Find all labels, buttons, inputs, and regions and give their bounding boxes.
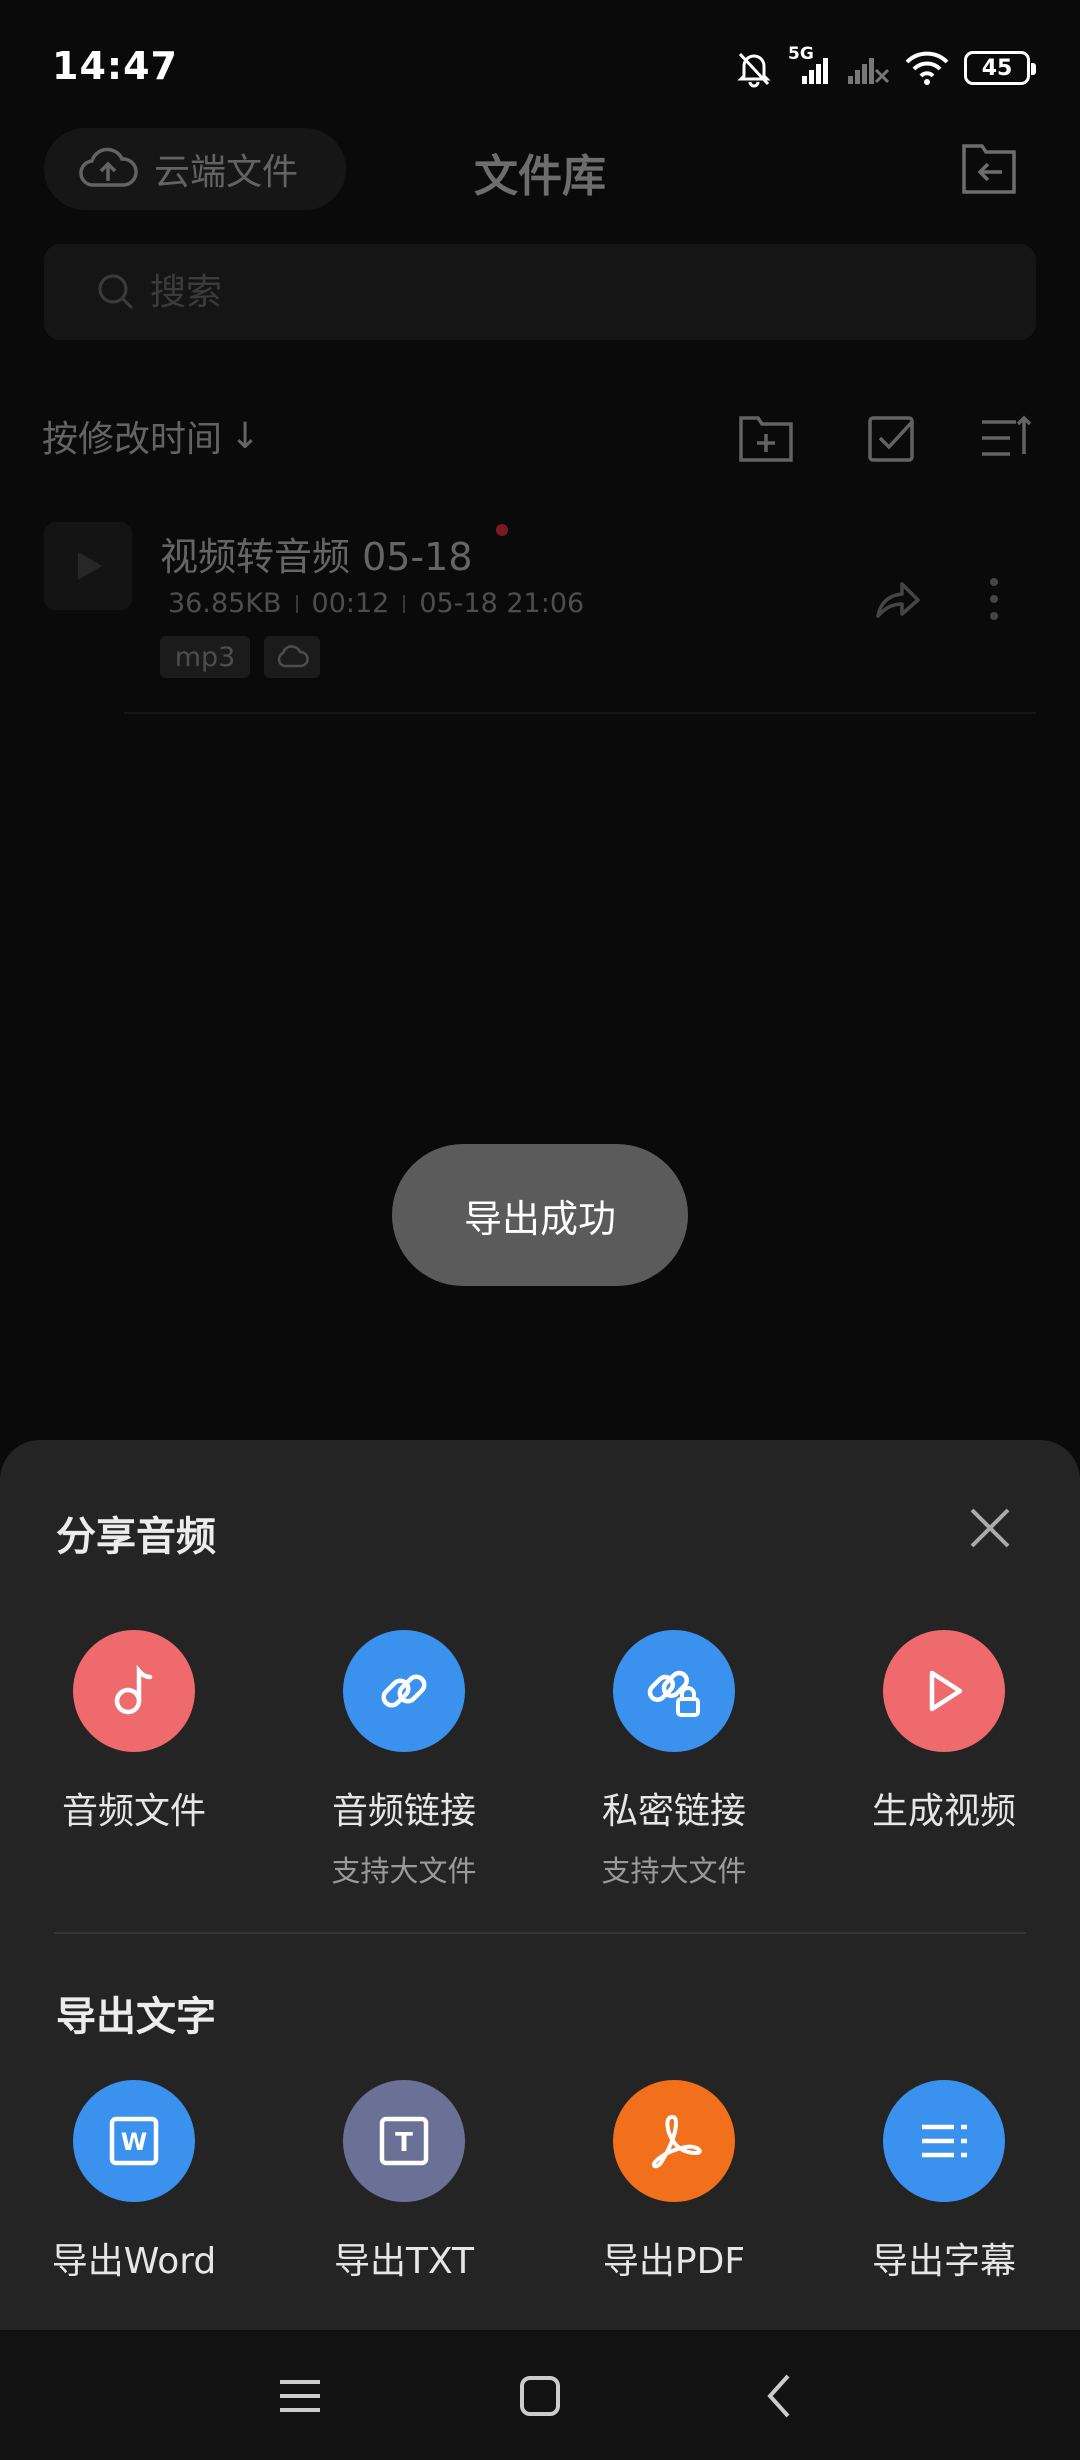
search-bar[interactable] [44, 244, 1036, 340]
option-label: 导出Word [51, 2241, 217, 2282]
pdf-icon [613, 2080, 735, 2202]
option-label: 导出PDF [602, 2241, 746, 2282]
page-title: 文件库 [474, 151, 606, 202]
file-modified: 05-18 21:06 [419, 588, 585, 619]
new-folder-icon[interactable] [736, 408, 796, 468]
format-tag: mp3 [160, 636, 250, 678]
sort-label: 按修改时间 [42, 419, 223, 460]
back-icon[interactable] [750, 2366, 810, 2426]
menu-icon[interactable] [270, 2366, 330, 2426]
lock-link-icon [613, 1630, 735, 1752]
subtitle-icon [883, 2080, 1005, 2202]
file-size: 36.85KB [168, 588, 282, 619]
link-icon [343, 1630, 465, 1752]
file-thumbnail[interactable] [44, 522, 132, 610]
row-divider [124, 712, 1036, 714]
share-private-link-option[interactable]: 私密链接 支持大文件 [554, 1630, 794, 1890]
unread-dot [496, 524, 508, 536]
meta-separator [403, 594, 406, 613]
export-subtitle-option[interactable]: 导出字幕 [824, 2080, 1064, 2284]
cloud-icon [277, 645, 309, 668]
word-icon: W [73, 2080, 195, 2202]
search-icon [98, 274, 134, 310]
export-text-title: 导出文字 [56, 1994, 216, 2040]
share-audio-link-option[interactable]: 音频链接 支持大文件 [284, 1630, 524, 1890]
svg-text:W: W [121, 2128, 147, 2156]
option-label: 生成视频 [871, 1791, 1016, 1832]
option-label: 音频链接 [331, 1791, 476, 1832]
file-name[interactable]: 视频转音频 05-18 [160, 526, 473, 581]
play-icon [883, 1630, 1005, 1752]
close-icon[interactable] [964, 1502, 1016, 1554]
export-pdf-option[interactable]: 导出PDF [554, 2080, 794, 2284]
file-duration: 00:12 [311, 588, 390, 619]
share-icon[interactable] [872, 574, 922, 624]
option-label: 私密链接 [601, 1791, 746, 1832]
multi-select-icon[interactable] [862, 408, 922, 468]
sort-arrow-icon: ↓ [230, 415, 261, 457]
option-label: 导出字幕 [871, 2241, 1016, 2282]
option-sublabel: 支持大文件 [331, 1854, 477, 1888]
option-label: 导出TXT [333, 2241, 474, 2282]
share-sheet-title: 分享音频 [56, 1514, 216, 1560]
home-icon[interactable] [510, 2366, 570, 2426]
cloud-tag [264, 636, 320, 678]
share-audio-file-option[interactable]: 音频文件 [14, 1630, 254, 1834]
svg-text:T: T [395, 2128, 413, 2158]
search-input[interactable] [150, 271, 850, 313]
music-note-icon [73, 1630, 195, 1752]
sort-selector[interactable]: 按修改时间 ↓ [42, 410, 260, 462]
section-divider [54, 1932, 1026, 1934]
meta-separator [295, 594, 298, 613]
sort-list-icon[interactable] [976, 408, 1036, 468]
file-meta: 36.85KB 00:12 05-18 21:06 [168, 588, 584, 619]
folder-import-icon[interactable] [960, 140, 1018, 198]
export-word-option[interactable]: W 导出Word [14, 2080, 254, 2284]
export-txt-option[interactable]: T 导出TXT [284, 2080, 524, 2284]
generate-video-option[interactable]: 生成视频 [824, 1630, 1064, 1834]
toast-message: 导出成功 [392, 1144, 688, 1286]
txt-icon: T [343, 2080, 465, 2202]
option-label: 音频文件 [61, 1791, 206, 1832]
option-sublabel: 支持大文件 [601, 1854, 747, 1888]
more-icon[interactable] [980, 574, 1008, 624]
play-icon [78, 552, 102, 580]
